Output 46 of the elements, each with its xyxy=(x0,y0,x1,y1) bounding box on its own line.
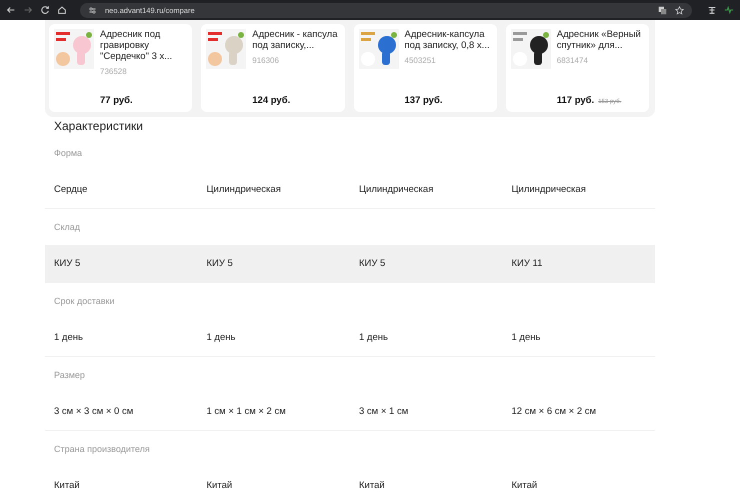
product-card[interactable]: Адресник - капсула под записку,... 916306 124 руб. xyxy=(201,24,344,112)
characteristic-value: Китай xyxy=(206,480,234,491)
characteristic-value: 12 см × 6 см × 2 см xyxy=(510,406,598,417)
back-icon[interactable] xyxy=(6,5,16,15)
characteristic-value: 1 день xyxy=(53,332,84,343)
site-info-icon xyxy=(88,6,97,14)
characteristic-value: Цилиндрическая xyxy=(206,184,282,195)
characteristic-value: Сердце xyxy=(53,184,88,195)
characteristic-value: 3 см × 1 см xyxy=(358,406,410,417)
characteristic-label: Форма xyxy=(53,147,84,160)
characteristic-value: КИУ 5 xyxy=(358,258,386,269)
product-code: 916306 xyxy=(252,56,280,65)
characteristic-label: Размер xyxy=(53,369,86,382)
product-name[interactable]: Адресник-капсула под записку, 0,8 х... xyxy=(404,29,492,51)
characteristic-value: Цилиндрическая xyxy=(510,184,587,195)
product-name[interactable]: Адресник под гравировку "Сердечко" 3 х... xyxy=(100,29,188,62)
product-price: 137 руб. xyxy=(404,95,442,106)
characteristic-value: КИУ 5 xyxy=(206,258,234,269)
characteristic-value: Цилиндрическая xyxy=(358,184,434,195)
product-code: 4503251 xyxy=(404,56,437,65)
characteristic-value: 3 см × 3 см × 0 см xyxy=(53,406,134,417)
characteristic-value: Китай xyxy=(53,480,81,491)
home-icon[interactable] xyxy=(57,5,67,15)
characteristic-value: КИУ 5 xyxy=(53,258,82,269)
characteristic-value: Китай xyxy=(358,480,386,491)
characteristic-value: 1 день xyxy=(510,332,542,343)
characteristic-value: 1 см × 1 см × 2 см xyxy=(206,406,287,417)
star-icon[interactable] xyxy=(675,6,684,14)
characteristic-value: КИУ 11 xyxy=(510,258,544,269)
characteristic-label: Склад xyxy=(53,221,82,234)
product-price: 117 руб. xyxy=(556,95,594,106)
characteristic-label: Страна производителя xyxy=(53,443,151,456)
product-code: 6831474 xyxy=(556,56,589,65)
characteristic-label: Срок доставки xyxy=(53,295,116,308)
product-code: 736528 xyxy=(100,67,128,76)
product-name[interactable]: Адресник «Верный спутник» для... xyxy=(556,29,644,51)
product-card[interactable]: Адресник-капсула под записку, 0,8 х... 4503251 137 руб. xyxy=(354,24,497,112)
characteristic-value: 1 день xyxy=(358,332,389,343)
product-name[interactable]: Адресник - капсула под записку,... xyxy=(252,29,340,51)
characteristic-value: 1 день xyxy=(206,332,236,343)
product-price: 77 руб. xyxy=(100,95,133,106)
product-card[interactable]: Адресник под гравировку "Сердечко" 3 х... 736528 77 руб. xyxy=(49,24,192,112)
reload-icon[interactable] xyxy=(40,5,50,15)
product-price: 124 руб. xyxy=(252,95,290,106)
characteristic-value: Китай xyxy=(510,480,538,491)
section-title: Характеристики xyxy=(53,119,144,135)
